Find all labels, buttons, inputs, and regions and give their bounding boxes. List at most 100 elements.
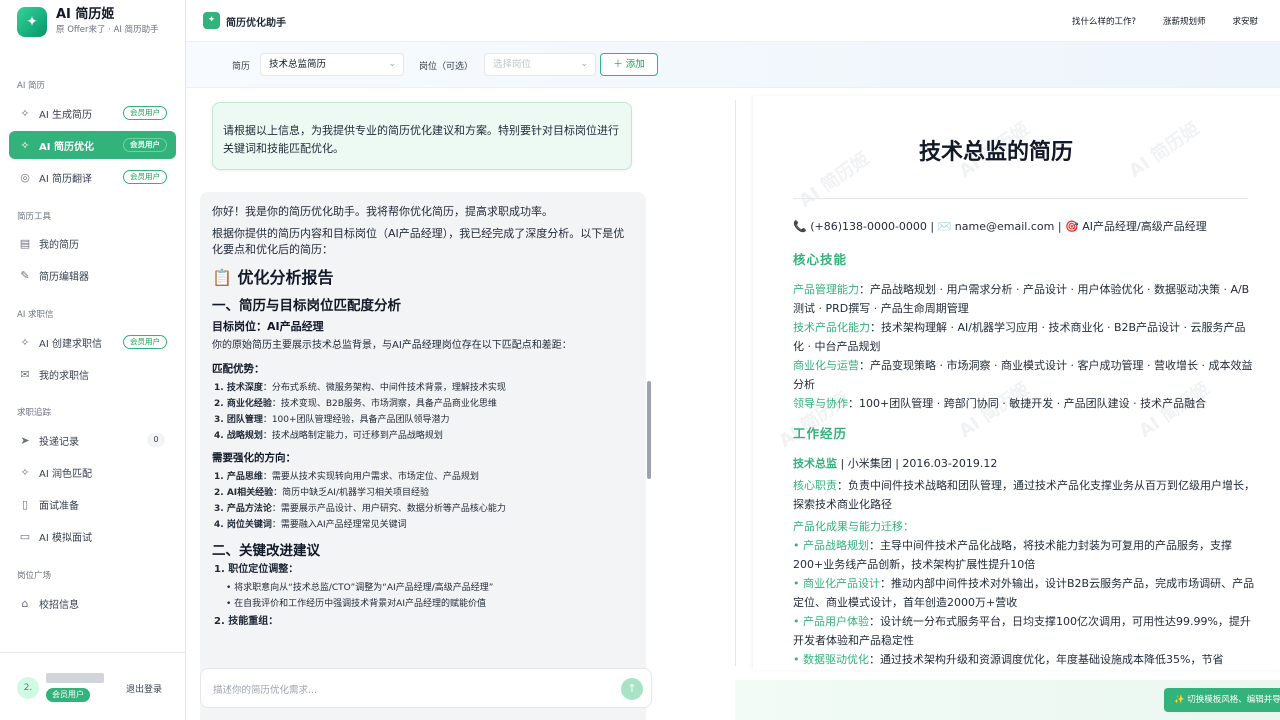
sidebar-item-label: AI 简历优化	[39, 141, 94, 153]
chevron-down-icon: ⌄	[388, 59, 396, 69]
chat-input-placeholder: 描述你的简历优化需求...	[213, 685, 318, 696]
sidebar-item-label: AI 简历翻译	[39, 173, 92, 185]
user-message-text: 请根据以上信息，为我提供专业的简历优化建议和方案。特别要针对目标岗位进行关键词和…	[223, 124, 619, 155]
skill-row: 领导与协作：100+团队管理 · 跨部门协同 · 敏捷开发 · 产品团队建设 ·…	[793, 397, 1207, 410]
list-item: 2. 商业化经验：技术变现、B2B服务、市场洞察，具备产品商业化思维	[214, 399, 497, 409]
target-role: 目标岗位：AI产品经理	[212, 320, 324, 333]
job-header: 技术总监 | 小米集团 | 2016.03-2019.12	[793, 457, 998, 470]
report-title: 📋 优化分析报告	[212, 268, 334, 287]
job-label: 岗位（可选）	[419, 62, 474, 72]
sparkle-icon: ✧	[20, 465, 30, 479]
member-badge: 会员用户	[46, 688, 90, 702]
brand[interactable]: ✦ AI 简历姬 原 Offer来了 · AI 简历助手	[17, 6, 159, 37]
sidebar-item-label: 我的简历	[39, 239, 79, 251]
plus-icon: ＋	[613, 59, 623, 70]
count-badge: 0	[147, 433, 165, 447]
resume-select[interactable]: 技术总监简历 ⌄	[260, 53, 404, 76]
intro: 根据你提供的简历内容和目标岗位（AI产品经理），我已经完成了深度分析。以下是优化…	[212, 227, 625, 256]
skill-row: 商业化与运营：产品变现策略 · 市场洞察 · 商业模式设计 · 客户成功管理 ·…	[793, 359, 1253, 391]
sidebar-item-mock-interview[interactable]: ▭ AI 模拟面试	[9, 522, 176, 550]
sidebar-item-ai-translate[interactable]: ◎ AI 简历翻译 会员用户	[9, 163, 176, 191]
sidebar-item-ai-polish[interactable]: ✧ AI 润色匹配	[9, 458, 176, 486]
list-item: 将求职意向从“技术总监/CTO”调整为“AI产品经理/高级产品经理”	[226, 580, 646, 596]
skills-heading: 核心技能	[793, 252, 848, 267]
sidebar-item-my-resume[interactable]: ▤ 我的简历	[9, 229, 176, 257]
topbar: ✦ 简历优化助手 找什么样的工作? 涨薪规划师 求安慰	[186, 0, 1280, 42]
work-heading: 工作经历	[793, 426, 848, 441]
panel-divider[interactable]	[735, 100, 736, 666]
document-icon: ▤	[19, 236, 31, 250]
chat-panel: 请根据以上信息，为我提供专业的简历优化建议和方案。特别要针对目标岗位进行关键词和…	[186, 88, 735, 720]
achievement-row: • 产品用户体验：设计统一分布式服务平台，日均支撑100亿次调用，可用性达99.…	[793, 615, 1251, 647]
list-item: 4. 战略规划：技术战略制定能力，可迁移到产品战略规划	[214, 431, 443, 441]
send-arrow-icon[interactable]: ↑	[621, 678, 643, 700]
chat-scrollbar[interactable]	[647, 381, 651, 479]
add-label: 添加	[625, 59, 645, 70]
resume-preview: AI 简历姬 AI 简历姬 AI 简历姬 AI 简历姬 AI 简历姬 AI 简历…	[753, 96, 1280, 670]
sparkle-icon: ✧	[20, 138, 30, 152]
sidebar-item-label: 校招信息	[39, 599, 79, 611]
mail-icon: ✉	[20, 367, 30, 381]
sidebar-item-label: 面试准备	[39, 500, 79, 512]
sidebar-item-my-letters[interactable]: ✉ 我的求职信	[9, 360, 176, 388]
add-job-button[interactable]: ＋ 添加	[600, 53, 658, 76]
chat-input[interactable]: 描述你的简历优化需求... ↑	[200, 668, 652, 708]
sidebar-item-ai-generate[interactable]: ✧ AI 生成简历 会员用户	[9, 99, 176, 127]
sparkle-icon: ✧	[20, 335, 30, 349]
sidebar-item-label: AI 模拟面试	[39, 532, 92, 544]
sidebar-item-create-letter[interactable]: ✧ AI 创建求职信 会员用户	[9, 328, 176, 356]
sidebar-item-label: 简历编辑器	[39, 271, 89, 283]
sidebar-item-ai-optimize[interactable]: ✧ AI 简历优化 会员用户	[9, 131, 176, 159]
nav-link-comfort[interactable]: 求安慰	[1232, 15, 1258, 27]
list-item: 4. 岗位关键词：需要融入AI产品经理常见关键词	[214, 520, 407, 530]
work-block: 技术总监 | 小米集团 | 2016.03-2019.12 核心职责：负责中间件…	[793, 454, 1255, 669]
brand-subtitle: 原 Offer来了 · AI 简历助手	[56, 25, 159, 35]
member-badge: 会员用户	[123, 335, 167, 349]
sidebar-item-label: AI 创建求职信	[39, 338, 102, 350]
section-tracking: 求职追踪	[17, 408, 52, 418]
divider	[793, 198, 1248, 199]
list-item: 2. AI相关经验：简历中缺乏AI/机器学习相关项目经验	[214, 488, 429, 498]
avatar[interactable]: 2.	[17, 677, 39, 699]
list-item: 1. 产品思维：需要从技术实现转向用户需求、市场定位、产品规划	[214, 472, 479, 482]
section-cover-letter: AI 求职信	[17, 310, 54, 320]
suggestion-sublist: 将求职意向从“技术总监/CTO”调整为“AI产品经理/高级产品经理” 在自我评价…	[226, 580, 646, 612]
sidebar-item-applications[interactable]: ➤ 投递记录 0	[9, 426, 176, 454]
user-message: 请根据以上信息，为我提供专业的简历优化建议和方案。特别要针对目标岗位进行关键词和…	[212, 102, 632, 170]
nav-link-find-job[interactable]: 找什么样的工作?	[1072, 15, 1136, 27]
graduation-icon: ⌂	[21, 596, 29, 610]
video-icon: ▭	[19, 529, 31, 543]
list-item: 1. 技术深度：分布式系统、微服务架构、中间件技术背景，理解技术实现	[214, 383, 506, 393]
skill-row: 技术产品化能力：技术架构理解 · AI/机器学习应用 · 技术商业化 · B2B…	[793, 321, 1246, 353]
advantages-heading: 匹配优势：	[212, 363, 265, 375]
send-icon: ➤	[20, 433, 30, 447]
sidebar-item-campus[interactable]: ⌂ 校招信息	[9, 589, 176, 617]
member-badge: 会员用户	[123, 138, 167, 152]
list-item: 3. 团队管理：100+团队管理经验，具备产品团队领导潜力	[214, 415, 450, 425]
filter-bar: 简历 技术总监简历 ⌄ 岗位（可选） 选择岗位 ⌄ ＋ 添加	[186, 42, 1280, 88]
nav-link-salary-planner[interactable]: 涨薪规划师	[1163, 15, 1206, 27]
list-item: 在自我评价和工作经历中强调技术背景对AI产品经理的赋能价值	[226, 596, 646, 612]
job-select-placeholder: 选择岗位	[493, 59, 532, 70]
sidebar-item-interview-prep[interactable]: ▯ 面试准备	[9, 490, 176, 518]
sparkle-icon: ✧	[20, 106, 30, 120]
sparkle-logo-icon: ✦	[17, 6, 47, 37]
section1-heading: 一、简历与目标岗位匹配度分析	[212, 298, 401, 314]
suggestions-list: 1. 职位定位调整：	[214, 562, 646, 578]
list-item: 3. 产品方法论：需要展示产品设计、用户研究、数据分析等产品核心能力	[214, 504, 506, 514]
resume-label: 简历	[232, 62, 251, 72]
sidebar-item-editor[interactable]: ✎ 简历编辑器	[9, 261, 176, 289]
assistant-message: 你好！我是你的简历优化助手。我将帮你优化简历，提高求职成功率。 根据你提供的简历…	[200, 192, 646, 720]
job-select[interactable]: 选择岗位 ⌄	[484, 53, 596, 76]
member-badge: 会员用户	[123, 106, 167, 120]
switch-template-button[interactable]: ✨ 切换模板风格、编辑并导出	[1164, 688, 1280, 712]
suggestions-list-2: 2. 技能重组：	[214, 614, 646, 630]
section2-heading: 二、关键改进建议	[212, 543, 320, 559]
brand-title: AI 简历姬	[56, 7, 115, 22]
greeting: 你好！我是你的简历优化助手。我将帮你优化简历，提高求职成功率。	[212, 205, 553, 218]
advantages-list: 1. 技术深度：分布式系统、微服务架构、中间件技术背景，理解技术实现 2. 商业…	[214, 380, 646, 444]
sidebar: ✦ AI 简历姬 原 Offer来了 · AI 简历助手 AI 简历 ✧ AI …	[0, 0, 186, 720]
logout-button[interactable]: 退出登录	[126, 682, 162, 695]
achievement-row: • 产品战略规划：主导中间件技术产品化战略，将技术能力封装为可复用的产品服务，支…	[793, 539, 1232, 571]
sidebar-item-label: AI 生成简历	[39, 109, 92, 121]
